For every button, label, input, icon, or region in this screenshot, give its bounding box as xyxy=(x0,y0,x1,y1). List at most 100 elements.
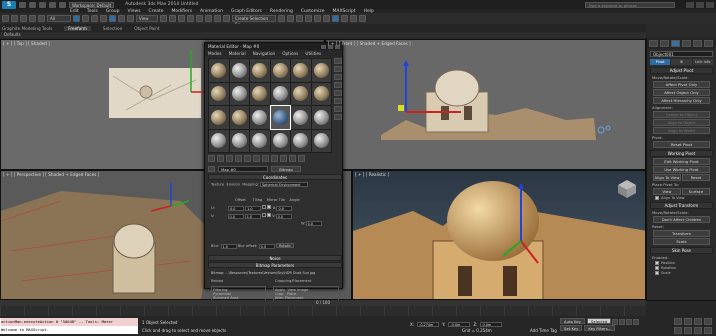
angle-v-spinner[interactable]: 0.0 xyxy=(275,213,292,219)
reset-pivot-button[interactable]: Reset Pivot xyxy=(653,141,710,148)
align-to-view-checkbox-row[interactable]: Align To View xyxy=(655,196,708,200)
adjust-transform-rollout[interactable]: Adjust Transform xyxy=(650,202,713,209)
offset-v-spinner[interactable]: 0.0 xyxy=(227,213,244,219)
select-by-name-button[interactable] xyxy=(82,15,89,22)
mirror-u-checkbox[interactable] xyxy=(262,205,267,209)
object-name-field[interactable]: Object001 xyxy=(650,51,713,57)
coordinates-rollout[interactable]: Coordinates xyxy=(208,174,342,180)
orbit-icon[interactable] xyxy=(694,327,702,334)
close-icon[interactable] xyxy=(706,1,714,8)
undo-icon[interactable] xyxy=(49,1,56,8)
search-input[interactable]: Type a keyword or phrase xyxy=(585,1,675,8)
rotation-checkbox[interactable] xyxy=(655,266,659,270)
rendered-frame-window-button[interactable] xyxy=(350,15,357,22)
align-button[interactable] xyxy=(287,15,294,22)
sample-slot-selected[interactable] xyxy=(269,105,291,130)
offset-u-spinner[interactable]: 0.0 xyxy=(228,205,244,211)
link-info-subtab[interactable]: Link Info xyxy=(692,59,713,65)
schematic-view-button[interactable] xyxy=(323,15,330,22)
display-tab-icon[interactable] xyxy=(693,40,702,47)
mat-menu-navigation[interactable]: Navigation xyxy=(253,50,276,57)
center-to-object-button[interactable]: Center to Object xyxy=(653,111,710,118)
select-by-material-icon[interactable] xyxy=(334,114,342,120)
select-object-button[interactable] xyxy=(73,15,80,22)
region-select-button[interactable] xyxy=(91,15,98,22)
link-button[interactable] xyxy=(20,15,27,22)
scale-button[interactable] xyxy=(127,15,134,22)
material-editor-button[interactable] xyxy=(332,15,339,22)
mat-menu-options[interactable]: Options xyxy=(282,50,298,57)
reference-coord-dropdown[interactable]: View xyxy=(136,15,158,22)
sample-slot[interactable] xyxy=(229,106,249,129)
rotation-checkbox-row[interactable]: Rotation xyxy=(655,266,708,270)
transform-button[interactable]: Transform xyxy=(653,230,710,237)
sample-slot[interactable] xyxy=(250,106,270,129)
snaps-toggle-button[interactable] xyxy=(187,15,194,22)
blur-offset-spinner[interactable]: 0.0 xyxy=(258,243,275,249)
bitmap-path-button[interactable]: Bitmap: ...\Resources\Textures\Vectors\S… xyxy=(211,271,339,275)
assign-to-selection-icon[interactable] xyxy=(226,155,233,162)
fov-icon[interactable] xyxy=(674,327,682,334)
make-unique-icon[interactable] xyxy=(244,155,251,162)
sample-slot[interactable] xyxy=(291,106,311,129)
sample-slot[interactable] xyxy=(291,59,311,82)
add-time-tag[interactable]: Add Time Tag xyxy=(530,328,557,333)
render-production-button[interactable] xyxy=(359,15,366,22)
render-setup-button[interactable] xyxy=(341,15,348,22)
viewport-label-front[interactable]: [ + ] [ Front ] [ Shaded + Edged Faces ] xyxy=(328,41,411,46)
layer-manager-button[interactable] xyxy=(296,15,303,22)
align-to-world-button[interactable]: Align to World xyxy=(653,127,710,134)
sample-slot[interactable] xyxy=(291,129,311,152)
sample-slot[interactable] xyxy=(229,59,249,82)
sample-slot[interactable] xyxy=(209,129,229,152)
scale-button-panel[interactable]: Scale xyxy=(653,238,710,245)
viewport-label-top[interactable]: [ + ] [ Top ] [ Shaded ] xyxy=(3,41,50,46)
tile-v-checkbox[interactable] xyxy=(267,213,272,217)
workspace-dropdown[interactable]: Workspace: Default xyxy=(69,1,115,8)
bind-space-warp-button[interactable] xyxy=(38,15,45,22)
viewport-label-perspective[interactable]: [ + ] [ Perspective ] [ Shaded + Edged F… xyxy=(3,172,99,177)
sample-slot[interactable] xyxy=(209,59,229,82)
sample-slot[interactable] xyxy=(311,106,331,129)
sample-slot[interactable] xyxy=(291,82,311,105)
go-forward-icon[interactable] xyxy=(298,155,305,162)
affect-hierarchy-only-button[interactable]: Affect Hierarchy Only xyxy=(653,97,710,104)
tab-graphite-modeling[interactable]: Graphite Modeling Tools xyxy=(2,26,52,31)
mirror-v-checkbox[interactable] xyxy=(261,213,266,217)
rotate-button[interactable] xyxy=(118,15,125,22)
mat-menu-modes[interactable]: Modes xyxy=(208,50,222,57)
go-to-parent-icon[interactable] xyxy=(289,155,296,162)
tab-object-paint[interactable]: Object Paint xyxy=(134,26,159,31)
app-logo-icon[interactable]: S xyxy=(2,0,16,9)
spinner-snap-button[interactable] xyxy=(214,15,221,22)
background-icon[interactable] xyxy=(334,74,342,80)
prev-frame-icon[interactable] xyxy=(619,319,625,325)
selected-dropdown[interactable]: Selected xyxy=(586,318,612,324)
set-key-button[interactable]: Set Key xyxy=(560,325,583,331)
video-check-icon[interactable] xyxy=(334,90,342,96)
save-file-icon[interactable] xyxy=(39,1,46,8)
named-selection-sets-dropdown[interactable]: Create Selection Se xyxy=(232,15,276,27)
pivot-center-button[interactable] xyxy=(160,15,167,22)
sample-slot[interactable] xyxy=(250,82,270,105)
motion-tab-icon[interactable] xyxy=(682,40,691,47)
undo-button[interactable] xyxy=(2,15,9,22)
blur-spinner[interactable]: 1.0 xyxy=(220,243,237,249)
sample-slot[interactable] xyxy=(270,82,290,105)
minimize-icon[interactable] xyxy=(686,1,694,8)
environ-radio[interactable]: Environ xyxy=(226,183,240,187)
next-frame-icon[interactable] xyxy=(633,319,639,325)
align-to-view-button[interactable]: Align To View xyxy=(653,174,681,181)
make-preview-icon[interactable] xyxy=(334,98,342,104)
viewport-front[interactable]: [ + ] [ Front ] [ Shaded + Edged Faces ] xyxy=(325,39,646,170)
zoom-extents-icon[interactable] xyxy=(694,318,702,325)
get-material-icon[interactable] xyxy=(208,155,215,162)
zoom-extents-all-icon[interactable] xyxy=(704,318,712,325)
options-icon[interactable] xyxy=(334,106,342,112)
affect-pivot-only-button[interactable]: Affect Pivot Only xyxy=(653,81,710,88)
percent-snap-button[interactable] xyxy=(205,15,212,22)
move-button[interactable] xyxy=(109,15,116,22)
play-icon[interactable] xyxy=(626,319,632,325)
sample-slot[interactable] xyxy=(250,129,270,152)
show-in-viewport-icon[interactable] xyxy=(271,155,278,162)
